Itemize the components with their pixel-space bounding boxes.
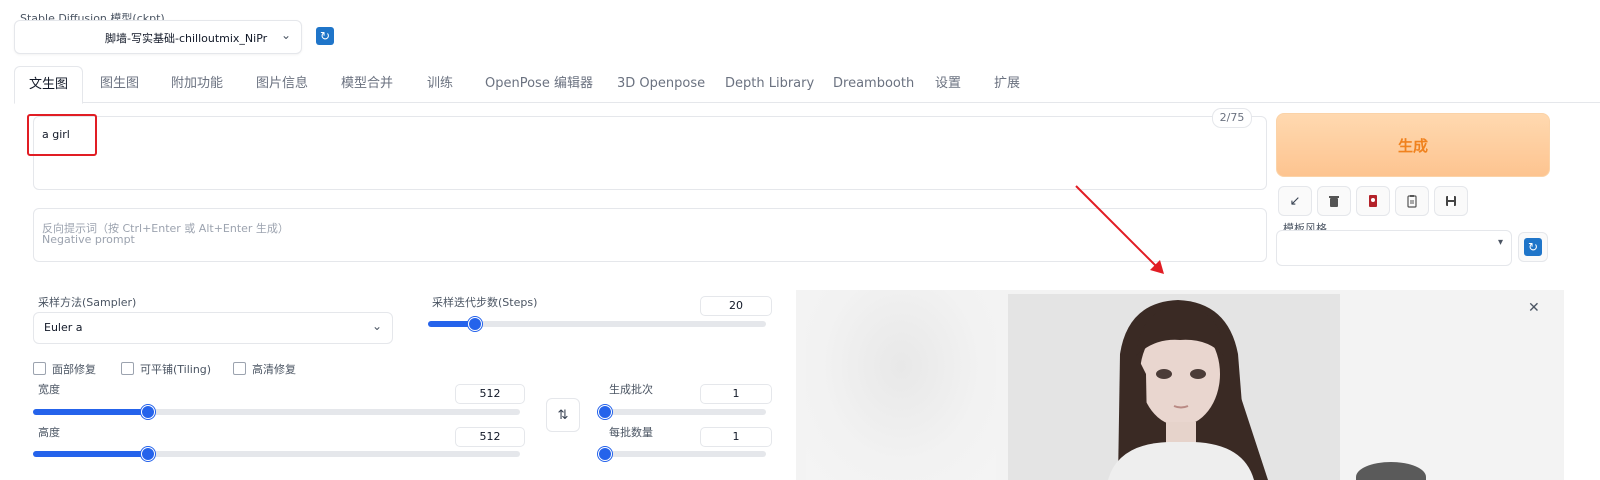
card-icon[interactable] <box>1356 186 1390 216</box>
steps-label: 采样迭代步数(Steps) <box>432 296 538 309</box>
style-select[interactable]: ▾ <box>1276 230 1512 266</box>
hires-fix-checkbox[interactable] <box>233 362 246 375</box>
slider-fill <box>33 409 147 415</box>
highlight-box <box>27 114 97 156</box>
tab-png-info[interactable]: 图片信息 <box>256 66 308 102</box>
slider-thumb[interactable] <box>141 405 155 419</box>
blurred-image <box>806 290 996 480</box>
clipboard-icon[interactable] <box>1395 186 1429 216</box>
tab-extensions[interactable]: 扩展 <box>994 66 1020 102</box>
prompt-input[interactable] <box>33 116 1267 190</box>
batch-size-slider[interactable] <box>598 447 766 461</box>
refresh-icon[interactable]: ↻ <box>316 27 334 45</box>
tab-3d-openpose[interactable]: 3D Openpose <box>617 66 705 102</box>
token-counter: 2/75 <box>1212 108 1252 128</box>
style-refresh-button[interactable]: ↻ <box>1518 232 1548 262</box>
batch-count-input[interactable]: 1 <box>700 384 772 404</box>
generate-button[interactable]: 生成 <box>1276 113 1550 177</box>
trash-icon[interactable] <box>1317 186 1351 216</box>
slider-fill <box>33 451 147 457</box>
batch-size-label: 每批数量 <box>609 426 653 439</box>
tab-bar: 文生图 图生图 附加功能 图片信息 模型合并 训练 OpenPose 编辑器 3… <box>14 66 1600 104</box>
tab-merge[interactable]: 模型合并 <box>341 66 393 102</box>
slider-thumb[interactable] <box>598 447 612 461</box>
hires-fix-label: 高清修复 <box>252 363 296 376</box>
next-image-thumbnail <box>1356 462 1426 480</box>
refresh-icon: ↻ <box>1524 238 1542 256</box>
face-restore-checkbox[interactable] <box>33 362 46 375</box>
tab-depth-library[interactable]: Depth Library <box>725 66 814 102</box>
slider-thumb[interactable] <box>141 447 155 461</box>
tab-openpose-editor[interactable]: OpenPose 编辑器 <box>485 66 593 102</box>
tab-settings[interactable]: 设置 <box>935 66 961 102</box>
tab-txt2img[interactable]: 文生图 <box>14 66 84 104</box>
height-slider[interactable] <box>33 447 520 461</box>
tab-img2img[interactable]: 图生图 <box>100 66 139 102</box>
model-value: 脚墙-写实基础-chilloutmix_NiPr <box>105 32 268 45</box>
chevron-down-icon: ⌄ <box>371 319 382 333</box>
width-input[interactable]: 512 <box>455 384 525 404</box>
chevron-down-icon: ⌄ <box>280 28 291 42</box>
steps-slider[interactable] <box>428 317 766 331</box>
portrait-image <box>1008 294 1340 480</box>
width-label: 宽度 <box>38 383 60 396</box>
steps-input[interactable]: 20 <box>700 296 772 316</box>
annotation-arrow-icon <box>1075 185 1164 274</box>
arrow-icon[interactable]: ↙ <box>1278 186 1312 216</box>
batch-count-slider[interactable] <box>598 405 766 419</box>
width-slider[interactable] <box>33 405 520 419</box>
close-icon[interactable]: ✕ <box>1528 300 1540 316</box>
tab-train[interactable]: 训练 <box>427 66 453 102</box>
output-gallery <box>796 290 1564 480</box>
sampler-value: Euler a <box>44 321 83 334</box>
save-icon[interactable] <box>1434 186 1468 216</box>
slider-thumb[interactable] <box>598 405 612 419</box>
negative-prompt-placeholder-en: Negative prompt <box>42 233 135 246</box>
sampler-select[interactable]: Euler a ⌄ <box>33 312 393 344</box>
sampler-label: 采样方法(Sampler) <box>38 296 137 309</box>
batch-count-label: 生成批次 <box>609 383 653 396</box>
swap-dimensions-button[interactable]: ⇅ <box>546 398 580 432</box>
batch-size-input[interactable]: 1 <box>700 427 772 447</box>
slider-thumb[interactable] <box>468 317 482 331</box>
generated-image[interactable] <box>1008 294 1340 480</box>
tab-dreambooth[interactable]: Dreambooth <box>833 66 914 102</box>
height-input[interactable]: 512 <box>455 427 525 447</box>
chevron-down-icon: ▾ <box>1497 237 1503 248</box>
tab-extras[interactable]: 附加功能 <box>171 66 223 102</box>
model-select[interactable]: 脚墙-写实基础-chilloutmix_NiPr ⌄ <box>14 20 302 54</box>
face-restore-label: 面部修复 <box>52 363 96 376</box>
height-label: 高度 <box>38 426 60 439</box>
tiling-label: 可平铺(Tiling) <box>140 363 212 376</box>
tiling-checkbox[interactable] <box>121 362 134 375</box>
